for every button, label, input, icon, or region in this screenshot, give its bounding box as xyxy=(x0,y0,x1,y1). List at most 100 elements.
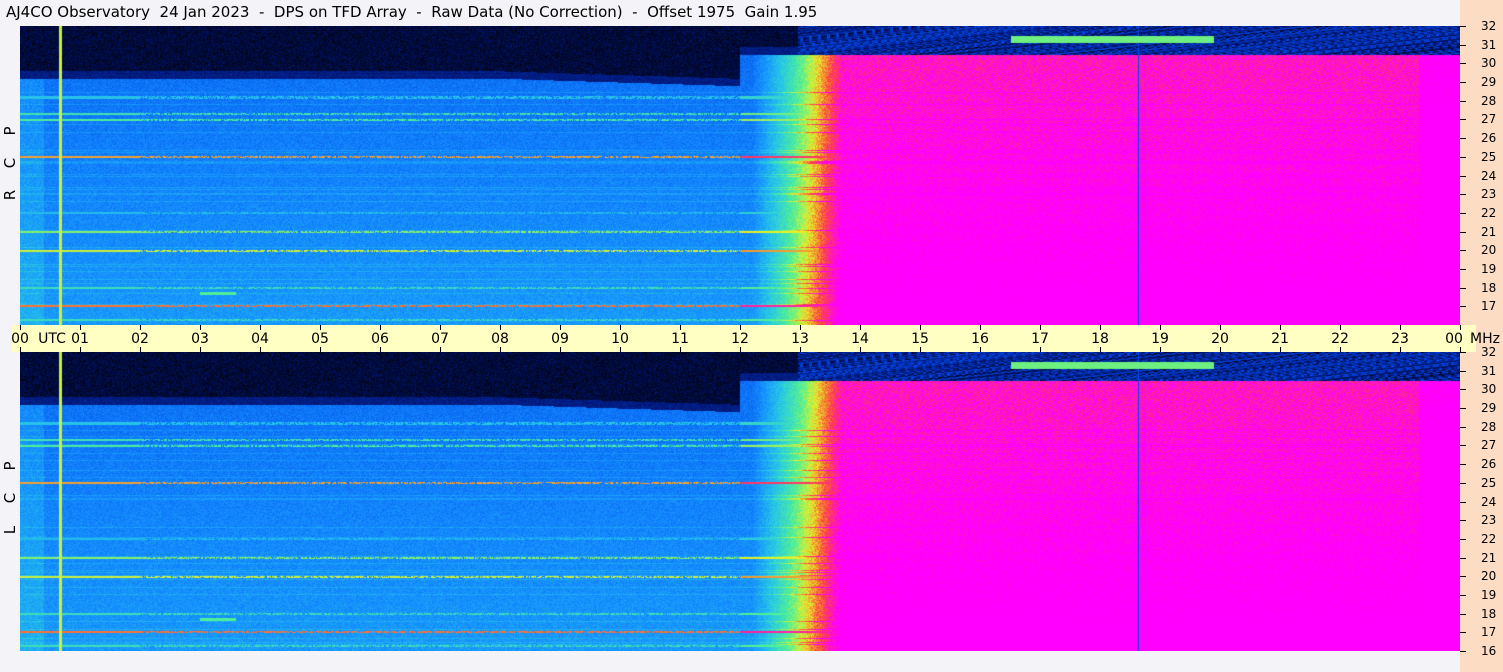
x-tick-mark xyxy=(1340,325,1341,330)
x-tick-mark xyxy=(20,347,21,352)
x-tick-mark xyxy=(1040,347,1041,352)
y-tick-label: 23 xyxy=(1481,513,1497,528)
x-tick-label: 22 xyxy=(1331,331,1349,347)
y-tick-mark xyxy=(1460,156,1466,158)
y-tick-label: 18 xyxy=(1481,280,1497,295)
x-tick-label: 04 xyxy=(251,331,269,347)
x-tick-label: 00 xyxy=(11,331,29,347)
x-tick-label: 06 xyxy=(371,331,389,347)
x-tick-mark xyxy=(1400,347,1401,352)
x-tick-label: 20 xyxy=(1211,331,1229,347)
y-tick-label: 30 xyxy=(1481,56,1497,71)
x-tick-mark xyxy=(200,325,201,330)
x-tick-mark xyxy=(200,347,201,352)
y-tick-mark xyxy=(1460,100,1466,102)
y-tick-mark xyxy=(1460,231,1466,233)
x-tick-mark xyxy=(800,325,801,330)
y-tick-mark xyxy=(1460,594,1466,596)
y-tick-mark xyxy=(1460,464,1466,466)
x-tick-mark xyxy=(1280,347,1281,352)
x-tick-mark xyxy=(920,347,921,352)
x-tick-label: 19 xyxy=(1151,331,1169,347)
y-tick-label: 24 xyxy=(1481,494,1497,509)
y-tick-label: 31 xyxy=(1481,37,1497,52)
y-tick-mark xyxy=(1460,520,1466,522)
x-tick-mark xyxy=(320,325,321,330)
y-tick-mark xyxy=(1460,119,1466,121)
x-tick-label: 16 xyxy=(971,331,989,347)
x-tick-mark xyxy=(500,347,501,352)
x-tick-mark xyxy=(860,325,861,330)
y-tick-label: 27 xyxy=(1481,438,1497,453)
x-tick-label: 00 xyxy=(1445,331,1463,347)
x-tick-label: 11 xyxy=(671,331,689,347)
x-tick-mark xyxy=(80,347,81,352)
x-tick-mark xyxy=(1340,347,1341,352)
x-tick-mark xyxy=(440,325,441,330)
y-tick-label: 19 xyxy=(1481,587,1497,602)
x-tick-mark xyxy=(800,347,801,352)
y-tick-label: 25 xyxy=(1481,149,1497,164)
x-tick-mark xyxy=(260,325,261,330)
y-tick-mark xyxy=(1460,82,1466,84)
x-tick-mark xyxy=(980,347,981,352)
y-tick-label: 23 xyxy=(1481,187,1497,202)
x-tick-label: 17 xyxy=(1031,331,1049,347)
y-tick-label: 16 xyxy=(1481,644,1497,658)
y-tick-label: 21 xyxy=(1481,224,1497,239)
x-tick-mark xyxy=(380,347,381,352)
x-tick-label: 05 xyxy=(311,331,329,347)
x-tick-label: 23 xyxy=(1391,331,1409,347)
y-tick-mark xyxy=(1460,138,1466,140)
x-tick-mark xyxy=(320,347,321,352)
y-tick-mark xyxy=(1460,352,1466,353)
x-tick-mark xyxy=(500,325,501,330)
y-tick-mark xyxy=(1460,44,1466,46)
y-tick-mark xyxy=(1460,501,1466,503)
y-tick-label: 17 xyxy=(1481,299,1497,314)
x-tick-mark xyxy=(80,325,81,330)
y-tick-label: 20 xyxy=(1481,243,1497,258)
y-tick-label: 32 xyxy=(1481,345,1497,359)
x-tick-mark xyxy=(1460,325,1461,330)
y-tick-mark xyxy=(1460,538,1466,540)
y-tick-label: 31 xyxy=(1481,363,1497,378)
y-tick-mark xyxy=(1460,212,1466,214)
y-tick-label: 29 xyxy=(1481,401,1497,416)
y-tick-mark xyxy=(1460,287,1466,289)
y-tick-label: 32 xyxy=(1481,19,1497,33)
y-tick-mark xyxy=(1460,482,1466,484)
x-tick-mark xyxy=(560,325,561,330)
x-tick-label: 21 xyxy=(1271,331,1289,347)
y-tick-label: 25 xyxy=(1481,475,1497,490)
x-tick-label: 08 xyxy=(491,331,509,347)
y-tick-label: 19 xyxy=(1481,261,1497,276)
x-tick-mark xyxy=(1160,325,1161,330)
y-tick-mark xyxy=(1460,306,1466,308)
x-tick-label: 18 xyxy=(1091,331,1109,347)
x-tick-label: 09 xyxy=(551,331,569,347)
x-tick-label: 12 xyxy=(731,331,749,347)
chart-title: AJ4CO Observatory 24 Jan 2023 - DPS on T… xyxy=(6,3,818,21)
x-tick-label: 02 xyxy=(131,331,149,347)
y-tick-mark xyxy=(1460,557,1466,559)
y-tick-label: 30 xyxy=(1481,382,1497,397)
y-tick-mark xyxy=(1460,26,1466,27)
x-tick-label: 03 xyxy=(191,331,209,347)
x-tick-mark xyxy=(140,325,141,330)
x-tick-mark xyxy=(620,347,621,352)
x-tick-mark xyxy=(140,347,141,352)
y-tick-mark xyxy=(1460,445,1466,447)
rcp-label: PCR xyxy=(1,126,19,201)
y-tick-label: 28 xyxy=(1481,419,1497,434)
x-tick-label: 10 xyxy=(611,331,629,347)
y-tick-label: 26 xyxy=(1481,457,1497,472)
y-tick-label: 18 xyxy=(1481,606,1497,621)
x-unit-label: UTC xyxy=(38,331,66,347)
x-tick-mark xyxy=(1160,347,1161,352)
y-tick-mark xyxy=(1460,632,1466,634)
x-tick-mark xyxy=(1220,325,1221,330)
y-tick-label: 28 xyxy=(1481,93,1497,108)
x-tick-mark xyxy=(1040,325,1041,330)
x-tick-mark xyxy=(740,347,741,352)
